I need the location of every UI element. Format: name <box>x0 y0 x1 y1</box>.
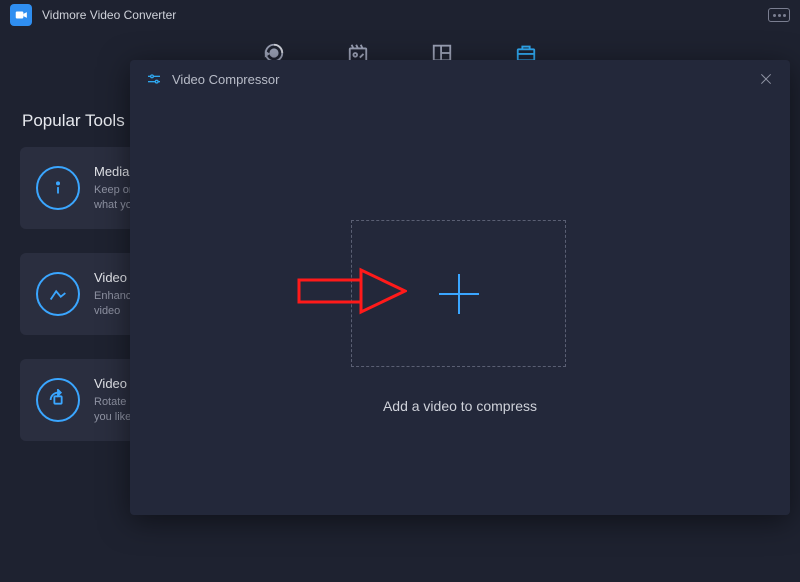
dropzone-label: Add a video to compress <box>130 398 790 414</box>
add-video-dropzone[interactable] <box>351 220 566 367</box>
info-icon <box>36 166 80 210</box>
modal-header: Video Compressor <box>130 60 790 98</box>
video-compressor-modal: Video Compressor Add a video to compress <box>130 60 790 515</box>
plus-icon <box>439 274 479 314</box>
modal-title: Video Compressor <box>172 72 748 87</box>
enhancer-icon <box>36 272 80 316</box>
sliders-icon <box>146 71 162 87</box>
app-logo-icon <box>10 4 32 26</box>
app-title: Vidmore Video Converter <box>42 8 758 22</box>
feedback-icon[interactable] <box>768 8 790 22</box>
title-bar: Vidmore Video Converter <box>0 0 800 30</box>
rotate-icon <box>36 378 80 422</box>
close-button[interactable] <box>758 71 774 87</box>
